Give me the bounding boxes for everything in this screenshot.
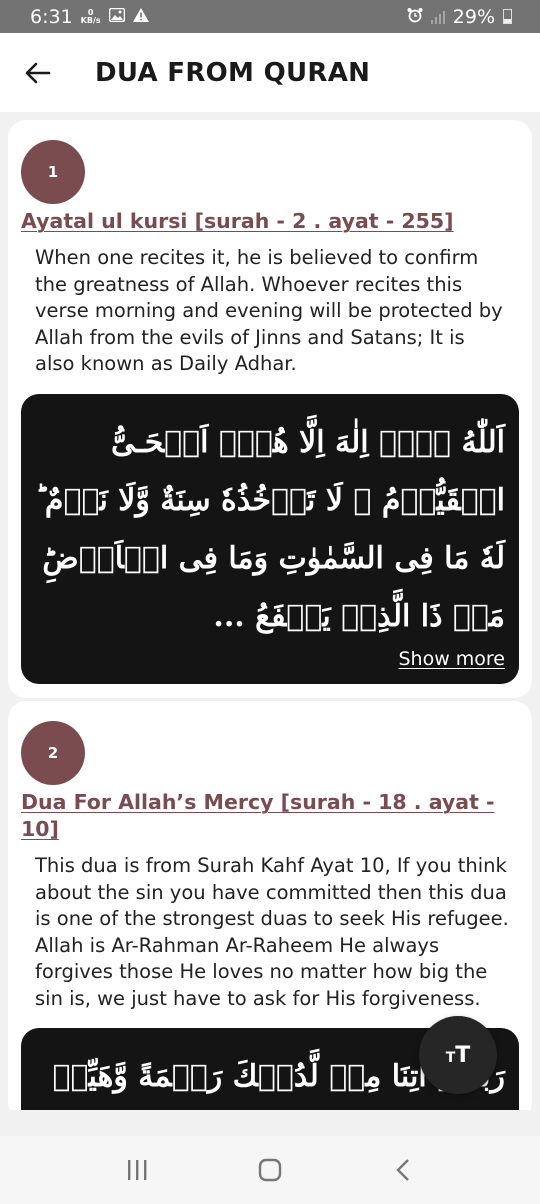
dua-list[interactable]: 1 Ayatal ul kursi [surah - 2 . ayat - 25… [0,112,540,1110]
home-button[interactable] [240,1145,300,1195]
show-more-link[interactable]: Show more [398,648,505,670]
battery-percent: 29% [452,5,495,28]
text-size-button[interactable]: TT [419,1016,497,1094]
dua-description: When one recites it, he is believed to c… [35,246,503,375]
recent-apps-button[interactable] [107,1145,167,1195]
dua-number-badge: 2 [21,721,85,785]
recent-apps-icon [127,1160,147,1180]
text-size-icon: TT [445,1042,471,1068]
arabic-verse-text: اَللّٰهُ لَاۤ اِلٰهَ اِلَّا هُوَۚ اَلۡحَ… [35,424,505,634]
arrow-left-icon [25,62,51,83]
status-time: 6:31 [30,5,73,28]
back-icon [396,1159,410,1181]
battery-icon [503,9,512,24]
dua-description: This dua is from Surah Kahf Ayat 10, If … [35,854,509,1010]
alarm-icon [407,6,423,28]
back-button[interactable] [18,53,58,93]
net-speed-indicator: 0 KB/s [80,7,101,25]
arabic-verse-box: اَللّٰهُ لَاۤ اِلٰهَ اِلَّا هُوَۚ اَلۡحَ… [21,393,519,684]
dua-title-link[interactable]: Dua For Allah’s Mercy [surah - 18 . ayat… [21,789,519,843]
dua-title-link[interactable]: Ayatal ul kursi [surah - 2 . ayat - 255] [21,208,519,235]
dua-number-badge: 1 [21,140,85,204]
status-bar: 6:31 0 KB/s 29% [0,0,540,33]
warning-icon [132,7,149,26]
app-bar: DUA FROM QURAN [0,33,540,112]
gallery-icon [108,7,125,26]
system-nav-bar [0,1136,540,1204]
home-icon [258,1158,282,1182]
signal-icon [430,10,445,24]
page-title: DUA FROM QURAN [95,57,371,88]
system-back-button[interactable] [373,1145,433,1195]
dua-card: 1 Ayatal ul kursi [surah - 2 . ayat - 25… [8,120,532,698]
